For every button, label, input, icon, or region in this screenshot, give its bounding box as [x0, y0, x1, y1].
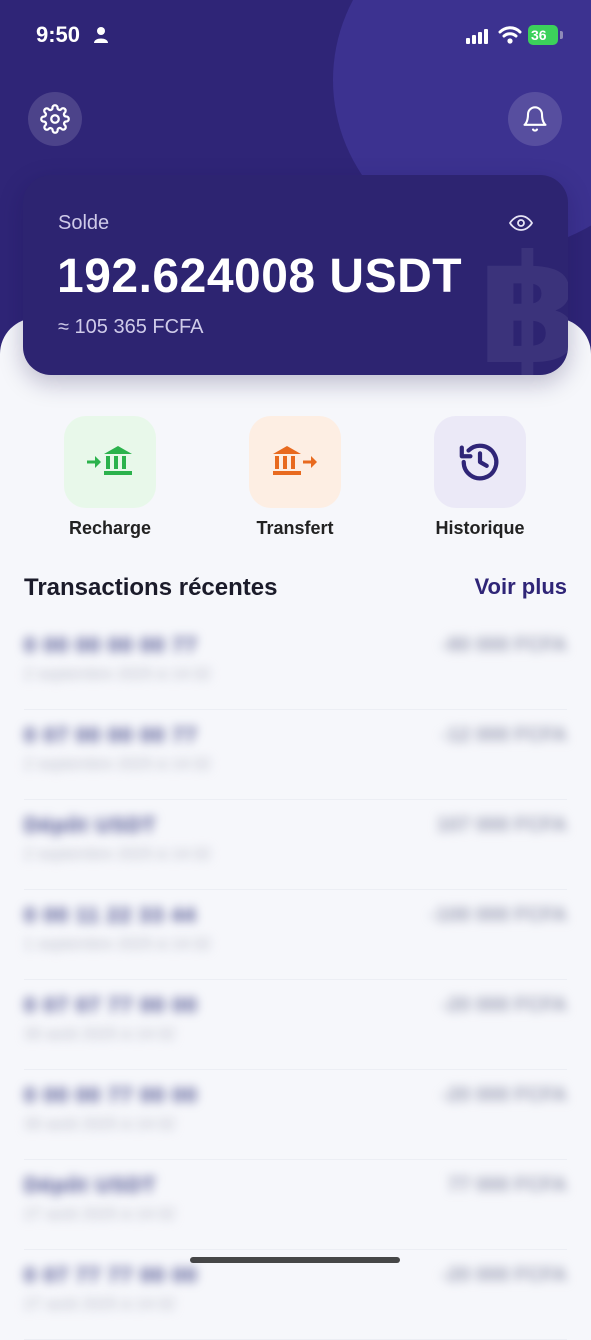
transaction-title: 0 07 07 77 00 00 — [24, 994, 198, 1017]
transaction-amount: 107 000 FCFA — [436, 814, 567, 836]
settings-button[interactable] — [28, 92, 82, 146]
cellular-signal-icon — [466, 29, 488, 44]
battery-tip — [560, 31, 563, 39]
transaction-date: 30 août 2025 à 14:32 — [24, 1116, 176, 1133]
transaction-row[interactable]: Dépôt USDT 27 août 2025 à 14:32 77 000 F… — [0, 1160, 591, 1250]
transaction-row[interactable]: 0 07 77 77 00 00 27 août 2025 à 14:32 -2… — [0, 1250, 591, 1340]
balance-amount: 192.624008 USDT — [57, 250, 463, 303]
battery-level: 36 — [531, 27, 547, 43]
transaction-amount: -100 000 FCFA — [430, 904, 567, 926]
transaction-date: 1 septembre 2025 à 14:32 — [24, 936, 211, 953]
transaction-amount: -80 000 FCFA — [441, 634, 567, 656]
transaction-date: 2 septembre 2025 à 14:32 — [24, 756, 211, 773]
transfer-action[interactable]: Transfert — [220, 416, 370, 539]
transaction-row[interactable]: 0 07 00 00 00 77 2 septembre 2025 à 14:3… — [0, 710, 591, 800]
balance-converted: ≈ 105 365 FCFA — [58, 316, 204, 338]
recent-transactions-title: Transactions récentes — [24, 574, 278, 601]
history-tile[interactable] — [434, 416, 526, 508]
eye-icon[interactable] — [507, 211, 535, 235]
transaction-date: 27 août 2025 à 14:32 — [24, 1206, 176, 1223]
recharge-action[interactable]: Recharge — [35, 416, 185, 539]
transaction-title: Dépôt USDT — [24, 1174, 157, 1197]
bell-icon — [523, 106, 547, 132]
transaction-row[interactable]: 0 00 00 00 00 77 2 septembre 2025 à 14:3… — [0, 620, 591, 710]
transaction-amount: -20 000 FCFA — [441, 1084, 567, 1106]
transaction-date: 2 septembre 2025 à 14:32 — [24, 666, 211, 683]
history-action[interactable]: Historique — [405, 416, 555, 539]
battery-indicator: 36 — [528, 25, 558, 45]
transaction-amount: 77 000 FCFA — [448, 1174, 567, 1196]
transaction-amount: -20 000 FCFA — [441, 994, 567, 1016]
balance-label: Solde — [58, 212, 110, 234]
transaction-row[interactable]: Dépôt USDT 2 septembre 2025 à 14:32 107 … — [0, 800, 591, 890]
transaction-title: 0 00 11 22 33 44 — [24, 904, 197, 927]
bank-deposit-icon — [87, 446, 132, 475]
person-icon — [94, 27, 108, 43]
gear-icon — [40, 104, 70, 134]
transaction-title: Dépôt USDT — [24, 814, 157, 837]
status-bar: 9:50 36 — [0, 0, 591, 72]
transaction-date: 2 septembre 2025 à 14:32 — [24, 846, 211, 863]
transaction-title: 0 07 00 00 00 77 — [24, 724, 198, 747]
see-more-link[interactable]: Voir plus — [475, 574, 568, 600]
transaction-title: 0 00 00 00 00 77 — [24, 634, 198, 657]
recharge-label: Recharge — [68, 518, 152, 538]
transfer-label: Transfert — [256, 518, 334, 538]
transaction-title: 0 00 00 77 00 00 — [24, 1084, 198, 1107]
transaction-amount: -12 000 FCFA — [441, 724, 567, 746]
history-label: Historique — [435, 518, 525, 538]
transaction-date: 30 août 2025 à 14:32 — [24, 1026, 176, 1043]
transaction-row[interactable]: 0 00 00 77 00 00 30 août 2025 à 14:32 -2… — [0, 1070, 591, 1160]
home-indicator[interactable] — [190, 1257, 400, 1263]
balance-card: ฿ Solde 192.624008 USDT ≈ 105 365 FCFA — [23, 175, 568, 375]
notifications-button[interactable] — [508, 92, 562, 146]
transaction-date: 27 août 2025 à 14:32 — [24, 1296, 176, 1313]
recharge-tile[interactable] — [64, 416, 156, 508]
transaction-amount: -20 000 FCFA — [441, 1264, 567, 1286]
status-time: 9:50 — [36, 22, 81, 47]
transfer-tile[interactable] — [249, 416, 341, 508]
bitcoin-watermark-icon: ฿ — [478, 226, 568, 375]
bank-transfer-icon — [273, 446, 317, 475]
history-icon — [459, 443, 499, 481]
transactions-list: 0 00 00 00 00 77 2 septembre 2025 à 14:3… — [0, 620, 591, 1340]
transaction-row[interactable]: 0 00 11 22 33 44 1 septembre 2025 à 14:3… — [0, 890, 591, 980]
wifi-icon — [498, 26, 522, 44]
transaction-title: 0 07 77 77 00 00 — [24, 1264, 198, 1287]
transaction-row[interactable]: 0 07 07 77 00 00 30 août 2025 à 14:32 -2… — [0, 980, 591, 1070]
